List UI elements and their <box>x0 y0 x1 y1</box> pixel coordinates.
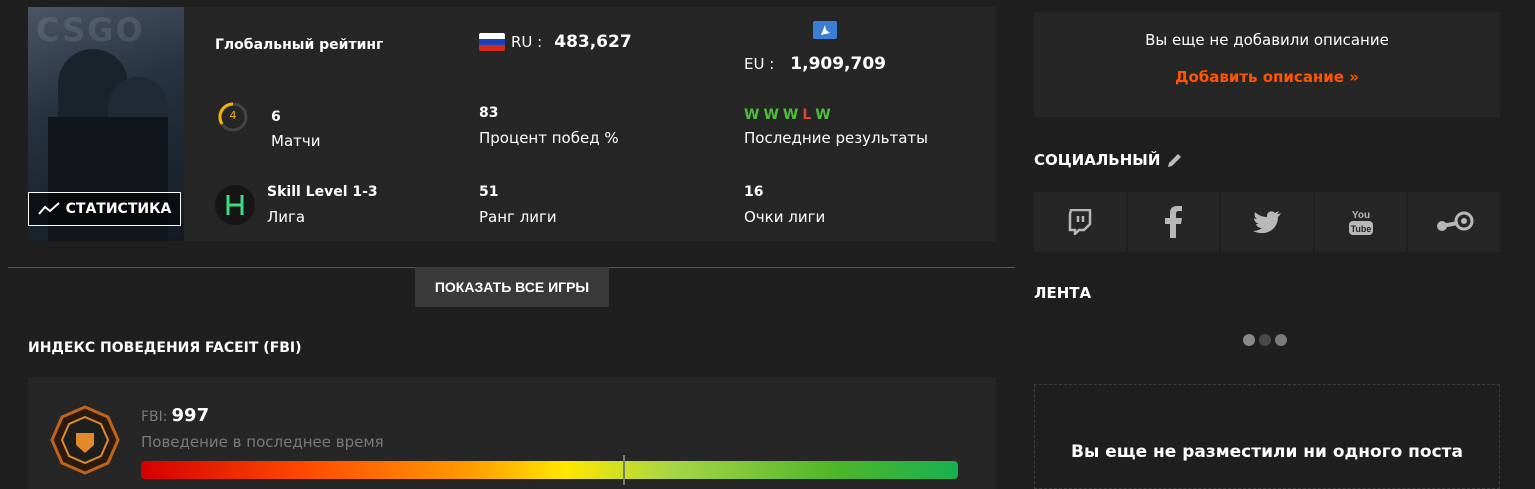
ru-value: 483,627 <box>554 32 632 52</box>
win-rate-label: Процент побед % <box>479 129 619 147</box>
game-cover-image[interactable]: CSGO СТАТИСТИКА <box>28 7 184 241</box>
result-win: W <box>744 107 760 123</box>
youtube-button[interactable]: You Tube <box>1314 192 1407 252</box>
result-win: W <box>815 107 831 123</box>
social-title: СОЦИАЛЬНЫЙ <box>1034 151 1161 169</box>
recent-results-label: Последние результаты <box>744 129 928 147</box>
eu-label: EU : <box>744 55 775 73</box>
eu-region-icon <box>813 21 837 39</box>
level-badge-text: 4 <box>229 109 237 122</box>
social-links: You Tube <box>1034 192 1500 252</box>
matches-value: 6 <box>271 109 281 125</box>
social-header: СОЦИАЛЬНЫЙ <box>1034 151 1184 169</box>
twitch-button[interactable] <box>1034 192 1126 252</box>
show-all-games-button[interactable]: ПОКАЗАТЬ ВСЕ ИГРЫ <box>415 267 609 307</box>
svg-text:Tube: Tube <box>1350 224 1371 234</box>
facebook-button[interactable] <box>1127 192 1220 252</box>
eu-rating: EU : 1,909,709 <box>744 54 886 74</box>
svg-text:You: You <box>1352 210 1370 221</box>
fbi-subtitle: Поведение в последнее время <box>141 433 384 451</box>
result-loss: L <box>802 107 812 123</box>
chart-line-icon <box>37 202 60 215</box>
league-points-value: 16 <box>744 184 764 200</box>
loading-dot <box>1259 334 1271 346</box>
global-rating-label: Глобальный рейтинг <box>215 37 384 53</box>
skill-level-icon: 4 <box>217 101 249 133</box>
twitter-icon <box>1252 211 1281 234</box>
ru-rating: RU : 483,627 <box>479 32 632 52</box>
league-icon <box>215 185 255 225</box>
fbi-label: FBI: <box>141 409 168 425</box>
league-rank-label: Ранг лиги <box>479 208 557 226</box>
result-win: W <box>782 107 799 123</box>
posts-panel: Вы еще не разместили ни одного поста <box>1034 384 1500 489</box>
ru-label: RU : <box>511 33 543 51</box>
win-rate-value: 83 <box>479 105 499 121</box>
pencil-icon[interactable] <box>1166 151 1184 169</box>
description-panel: Вы еще не добавили описание Добавить опи… <box>1034 12 1500 117</box>
eu-value: 1,909,709 <box>790 54 886 74</box>
fbi-score: FBI: 997 <box>141 405 209 426</box>
description-link-wrap: Добавить описание » <box>1034 67 1500 86</box>
fbi-value: 997 <box>171 405 210 426</box>
league-rank-value: 51 <box>479 184 499 200</box>
no-posts-text: Вы еще не разместили ни одного поста <box>1071 442 1463 462</box>
result-win: W <box>763 107 779 123</box>
fbi-level-marker <box>623 455 626 485</box>
russia-flag-icon <box>479 33 505 51</box>
loading-indicator <box>1241 331 1289 350</box>
youtube-icon: You Tube <box>1348 210 1373 235</box>
fbi-progress-bar <box>141 455 958 485</box>
fbi-section-title: ИНДЕКС ПОВЕДЕНИЯ FACEIT (FBI) <box>28 340 302 356</box>
statistics-button-label: СТАТИСТИКА <box>65 201 172 217</box>
fbi-card: FBI: 997 Поведение в последнее время <box>28 377 996 489</box>
game-card: CSGO СТАТИСТИКА Глобальный рейтинг RU : … <box>28 7 996 241</box>
steam-button[interactable] <box>1408 192 1500 252</box>
league-value: Skill Level 1-3 <box>267 184 378 200</box>
twitch-icon <box>1068 209 1092 235</box>
twitter-button[interactable] <box>1221 192 1313 252</box>
fbi-badge-icon <box>50 405 120 479</box>
matches-label: Матчи <box>271 132 321 150</box>
steam-icon <box>1437 211 1474 231</box>
facebook-icon <box>1165 206 1183 238</box>
league-points-label: Очки лиги <box>744 208 826 226</box>
cover-logo: CSGO <box>36 11 145 49</box>
add-description-link[interactable]: Добавить описание » <box>1175 68 1359 86</box>
statistics-button[interactable]: СТАТИСТИКА <box>28 192 181 226</box>
loading-dot <box>1275 334 1287 346</box>
loading-dot <box>1243 334 1255 346</box>
recent-results: WWWLW <box>744 104 835 123</box>
league-label: Лига <box>267 208 306 226</box>
description-empty-text: Вы еще не добавили описание <box>1145 31 1389 49</box>
feed-title: ЛЕНТА <box>1034 284 1092 302</box>
